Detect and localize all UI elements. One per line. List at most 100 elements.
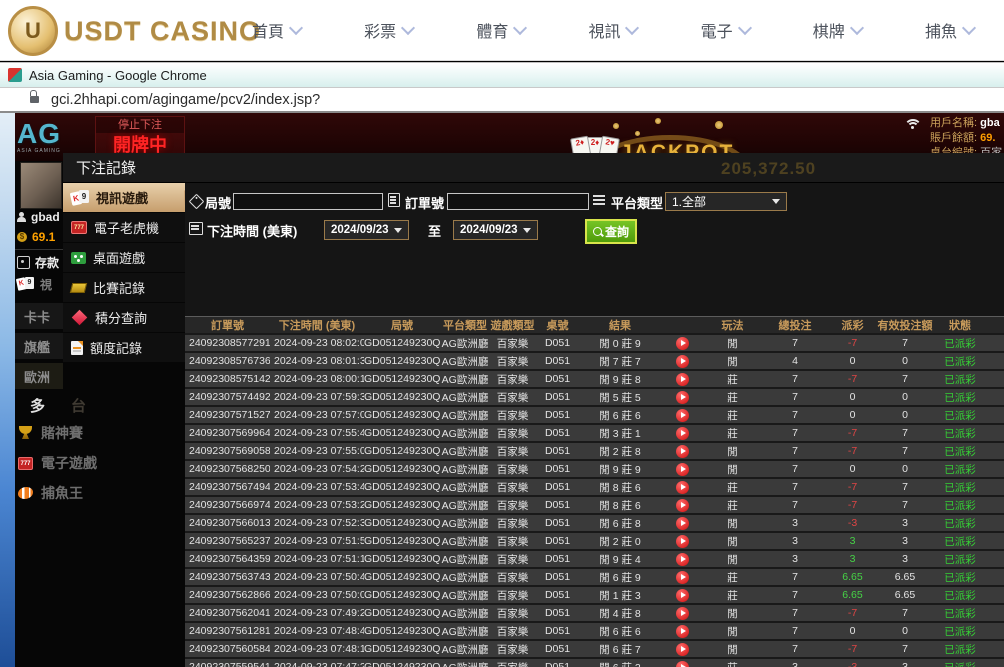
replay-button[interactable]	[676, 624, 689, 638]
sidebar-item-6[interactable]: 額度記錄	[63, 333, 185, 362]
nav-item-7[interactable]: 捕魚	[925, 18, 977, 42]
date-from-value: 2024/09/23	[331, 224, 389, 236]
cell-game-type: 百家樂	[490, 660, 535, 667]
cell-result: 閒 8 莊 6	[599, 481, 641, 494]
deposit-row: 存款	[17, 254, 59, 271]
sidebar-item-3[interactable]: 桌面遊戲	[63, 243, 185, 272]
order-input[interactable]	[447, 193, 589, 210]
cell-payout: -7	[847, 337, 858, 349]
site-logo[interactable]: U USDT CASINO	[8, 6, 261, 56]
cell-payout: 3	[849, 535, 856, 547]
video-label: 視	[40, 278, 53, 292]
lock-icon	[30, 90, 39, 103]
chrome-urlbar[interactable]: gci.2hhapi.com/agingame/pcv2/index.jsp?	[0, 88, 1004, 113]
cell-valid-bet: 0	[902, 625, 908, 637]
cell-valid-bet: 7	[902, 337, 908, 349]
replay-button[interactable]	[676, 570, 689, 584]
table-row: 240923075674943 2024-09-23 07:53:48 GD0512…	[185, 479, 1004, 497]
cell-table-id: D051	[544, 355, 571, 367]
lobby-item-slots: 電子遊戲	[18, 453, 97, 473]
sidebar-item-2[interactable]: 電子老虎機	[63, 213, 185, 242]
date-to-select[interactable]: 2024/09/23	[453, 220, 538, 240]
cell-bet-time: 2024-09-23 07:50:03	[274, 589, 364, 601]
cell-play-method: 莊	[727, 589, 738, 602]
cell-table-id: D051	[544, 373, 571, 385]
cell-table-id: D051	[544, 517, 571, 529]
cell-payout: -3	[847, 661, 858, 667]
nav-item-2[interactable]: 彩票	[364, 18, 416, 42]
cell-platform-type: AG歐洲廳	[441, 607, 489, 620]
table-row: 240923075690582 2024-09-23 07:55:03 GD0512…	[185, 443, 1004, 461]
table-row: 240923075628666 2024-09-23 07:50:03 GD0512…	[185, 587, 1004, 605]
nav-item-4[interactable]: 視訊	[588, 18, 640, 42]
nav-item-5[interactable]: 電子	[701, 18, 752, 42]
cell-table-id: D051	[544, 445, 571, 457]
search-button[interactable]: 查詢	[585, 219, 637, 244]
nav-item-3[interactable]: 體育	[476, 18, 528, 42]
nav-item-1[interactable]: 首頁	[252, 18, 304, 42]
cell-replay	[660, 660, 705, 667]
replay-button[interactable]	[676, 660, 689, 667]
sidebar-item-label: 額度記錄	[90, 341, 143, 356]
replay-button[interactable]	[676, 336, 689, 350]
replay-button[interactable]	[676, 462, 689, 476]
cell-round-id: GD051249230QR	[364, 337, 440, 349]
cell-status: 已派彩	[944, 625, 976, 638]
sidebar-item-1[interactable]: 視訊遊戲	[63, 183, 192, 212]
cell-play-method: 莊	[727, 373, 738, 386]
col-header-payout: 派彩	[841, 320, 864, 332]
col-header-total-bet: 總投注	[778, 320, 812, 332]
chrome-titlebar[interactable]: Asia Gaming - Google Chrome	[0, 62, 1004, 88]
replay-button[interactable]	[676, 480, 689, 494]
replay-button[interactable]	[676, 354, 689, 368]
cell-valid-bet: 3	[902, 517, 908, 529]
cell-table-id: D051	[544, 481, 571, 493]
date-from-select[interactable]: 2024/09/23	[324, 220, 409, 240]
replay-button[interactable]	[676, 552, 689, 566]
replay-button[interactable]	[676, 498, 689, 512]
date-to-value: 2024/09/23	[460, 224, 518, 236]
cell-table-id: D051	[544, 607, 571, 619]
cell-round-id: GD051249230Q5	[364, 643, 440, 655]
replay-button[interactable]	[676, 606, 689, 620]
replay-button[interactable]	[676, 516, 689, 530]
replay-button[interactable]	[676, 408, 689, 422]
deposit-icon	[17, 256, 30, 269]
user-info-label: 用戶名稱:	[930, 117, 981, 129]
cell-status: 已派彩	[944, 391, 976, 404]
sidebar-item-4[interactable]: 比賽記錄	[63, 273, 185, 302]
col-header-table-id: 桌號	[546, 320, 569, 332]
cell-result: 閒 5 莊 5	[599, 391, 641, 404]
replay-button[interactable]	[676, 372, 689, 386]
replay-button[interactable]	[676, 534, 689, 548]
cell-replay	[660, 534, 705, 548]
table-header-row: 訂單號 下注時間 (美東) 局號 平台類型 遊戲類型 桌號 結果 玩法 總投注 派彩 有效投注額 狀態…	[185, 316, 1004, 335]
replay-button[interactable]	[676, 390, 689, 404]
cell-game-type: 百家樂	[496, 337, 529, 350]
cell-play-method: 閒	[727, 535, 738, 548]
nav-item-6[interactable]: 棋牌	[812, 18, 864, 42]
replay-button[interactable]	[676, 642, 689, 656]
cell-result: 閒 2 莊 0	[599, 535, 641, 548]
cell-status: 已派彩	[944, 337, 976, 350]
replay-button[interactable]	[676, 444, 689, 458]
round-input[interactable]	[233, 193, 383, 210]
cell-payout: 0	[849, 409, 856, 421]
cell-platform-type: AG歐洲廳	[441, 625, 489, 638]
nav-item-label: 棋牌	[812, 24, 845, 41]
replay-button[interactable]	[676, 588, 689, 602]
cell-round-id: GD051249230QC	[364, 517, 440, 529]
sidebar-item-5[interactable]: 積分查詢	[63, 303, 185, 332]
platform-select[interactable]: 1.全部	[665, 192, 787, 211]
cell-play-method: 閒	[727, 643, 738, 656]
cell-result: 閒 6 莊 6	[599, 409, 641, 422]
table-row: 240923075744921 2024-09-23 07:59:39 GD0512…	[185, 389, 1004, 407]
cell-platform-type: AG歐洲廳	[441, 571, 489, 584]
cell-play-method: 閒	[727, 463, 738, 476]
cell-order-id: 240923075669745	[189, 499, 270, 511]
replay-button[interactable]	[676, 426, 689, 440]
cell-round-id: GD051249230QA	[364, 553, 440, 565]
cell-valid-bet: 0	[902, 391, 908, 403]
cell-status: 已派彩	[935, 660, 985, 667]
user-info-label: 賬戶餘額:	[930, 132, 981, 144]
